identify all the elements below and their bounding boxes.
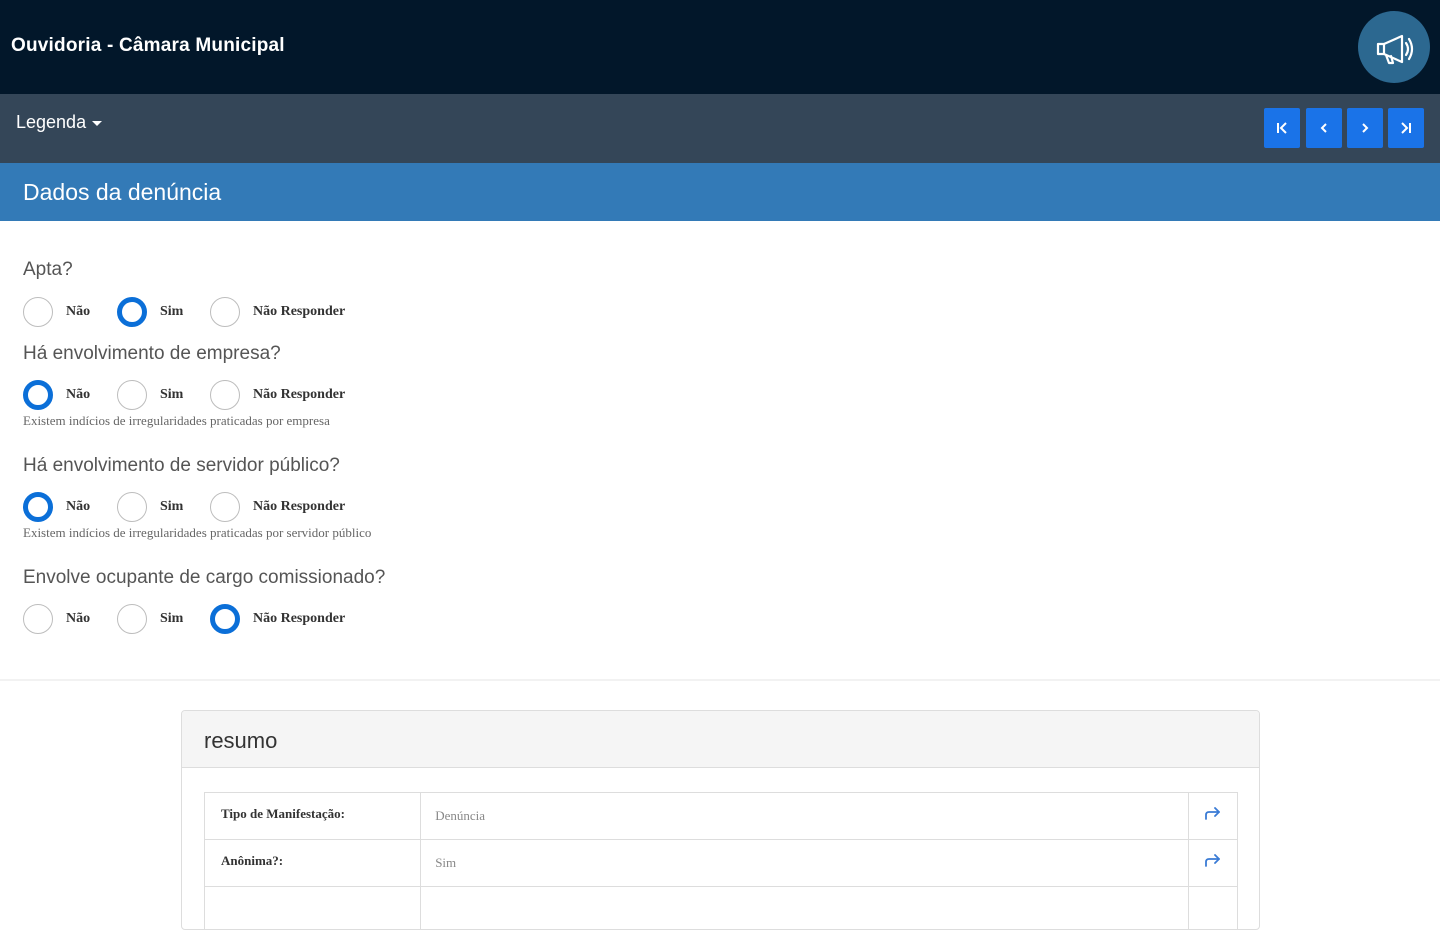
app-title: Ouvidoria - Câmara Municipal [11, 35, 285, 57]
summary-action-cell [1188, 793, 1237, 840]
radio-comissionado-nao-responder[interactable]: Não Responder [210, 604, 345, 634]
radio-servidor-sim[interactable]: Sim [117, 492, 183, 522]
next-page-icon [1358, 121, 1372, 135]
radio-servidor-nao-responder[interactable]: Não Responder [210, 492, 345, 522]
previous-page-icon [1317, 121, 1331, 135]
question-comissionado-label: Envolve ocupante de cargo comissionado? [23, 567, 385, 589]
radio-circle-selected [117, 297, 147, 327]
summary-panel: resumo Tipo de Manifestação: Denúncia An… [181, 710, 1260, 930]
table-row: Tipo de Manifestação: Denúncia [205, 793, 1238, 840]
toolbar: Legenda [0, 94, 1440, 163]
summary-key: Anônima?: [205, 840, 421, 887]
go-to-field-button[interactable] [1204, 854, 1222, 868]
radio-empresa-nao[interactable]: Não [23, 380, 90, 410]
radio-servidor-nao[interactable]: Não [23, 492, 90, 522]
radio-apta-nao[interactable]: Não [23, 297, 90, 327]
radio-label: Sim [160, 499, 183, 515]
section-header: Dados da denúncia [0, 163, 1440, 221]
radio-circle [210, 297, 240, 327]
previous-page-button[interactable] [1306, 108, 1342, 148]
radio-label: Não Responder [253, 611, 345, 627]
megaphone-button[interactable] [1358, 11, 1430, 83]
summary-title: resumo [204, 728, 277, 754]
radio-label: Não [66, 611, 90, 627]
radio-label: Não [66, 499, 90, 515]
megaphone-icon [1372, 27, 1416, 67]
summary-panel-header: resumo [182, 711, 1259, 768]
radio-apta-nao-responder[interactable]: Não Responder [210, 297, 345, 327]
radio-circle [23, 297, 53, 327]
summary-key: Tipo de Manifestação: [205, 793, 421, 840]
summary-key [205, 887, 421, 930]
share-arrow-icon [1204, 807, 1222, 821]
radio-label: Não [66, 387, 90, 403]
radio-empresa-nao-responder[interactable]: Não Responder [210, 380, 345, 410]
radio-label: Não [66, 304, 90, 320]
radio-label: Sim [160, 611, 183, 627]
radio-circle-selected [23, 380, 53, 410]
radio-label: Sim [160, 304, 183, 320]
summary-value: Denúncia [421, 793, 1189, 840]
radio-circle [117, 604, 147, 634]
radio-empresa-sim[interactable]: Sim [117, 380, 183, 410]
legend-dropdown[interactable]: Legenda [16, 112, 102, 133]
summary-table: Tipo de Manifestação: Denúncia Anônima?:… [204, 792, 1238, 930]
radio-label: Não Responder [253, 499, 345, 515]
divider [0, 679, 1440, 681]
radio-circle-selected [23, 492, 53, 522]
table-row: Anônima?: Sim [205, 840, 1238, 887]
radio-label: Sim [160, 387, 183, 403]
radio-label: Não Responder [253, 387, 345, 403]
caret-down-icon [92, 121, 102, 126]
section-title: Dados da denúncia [23, 179, 221, 206]
question-apta-label: Apta? [23, 259, 73, 281]
radio-comissionado-nao[interactable]: Não [23, 604, 90, 634]
summary-value: Sim [421, 840, 1189, 887]
radio-circle [210, 492, 240, 522]
table-row [205, 887, 1238, 930]
next-page-button[interactable] [1347, 108, 1383, 148]
last-page-button[interactable] [1388, 108, 1424, 148]
empresa-hint: Existem indícios de irregularidades prat… [23, 413, 330, 429]
radio-comissionado-sim[interactable]: Sim [117, 604, 183, 634]
legend-label: Legenda [16, 112, 86, 133]
first-page-icon [1275, 121, 1289, 135]
radio-circle [210, 380, 240, 410]
first-page-button[interactable] [1264, 108, 1300, 148]
share-arrow-icon [1204, 854, 1222, 868]
app-header: Ouvidoria - Câmara Municipal [0, 0, 1440, 94]
servidor-hint: Existem indícios de irregularidades prat… [23, 525, 371, 541]
question-empresa-label: Há envolvimento de empresa? [23, 343, 281, 365]
radio-label: Não Responder [253, 304, 345, 320]
question-servidor-label: Há envolvimento de servidor público? [23, 455, 340, 477]
go-to-field-button[interactable] [1204, 807, 1222, 821]
radio-circle [117, 380, 147, 410]
radio-circle-selected [210, 604, 240, 634]
summary-action-cell [1188, 840, 1237, 887]
radio-circle [23, 604, 53, 634]
summary-action-cell [1188, 887, 1237, 930]
radio-apta-sim[interactable]: Sim [117, 297, 183, 327]
radio-circle [117, 492, 147, 522]
summary-value [421, 887, 1189, 930]
last-page-icon [1399, 121, 1413, 135]
